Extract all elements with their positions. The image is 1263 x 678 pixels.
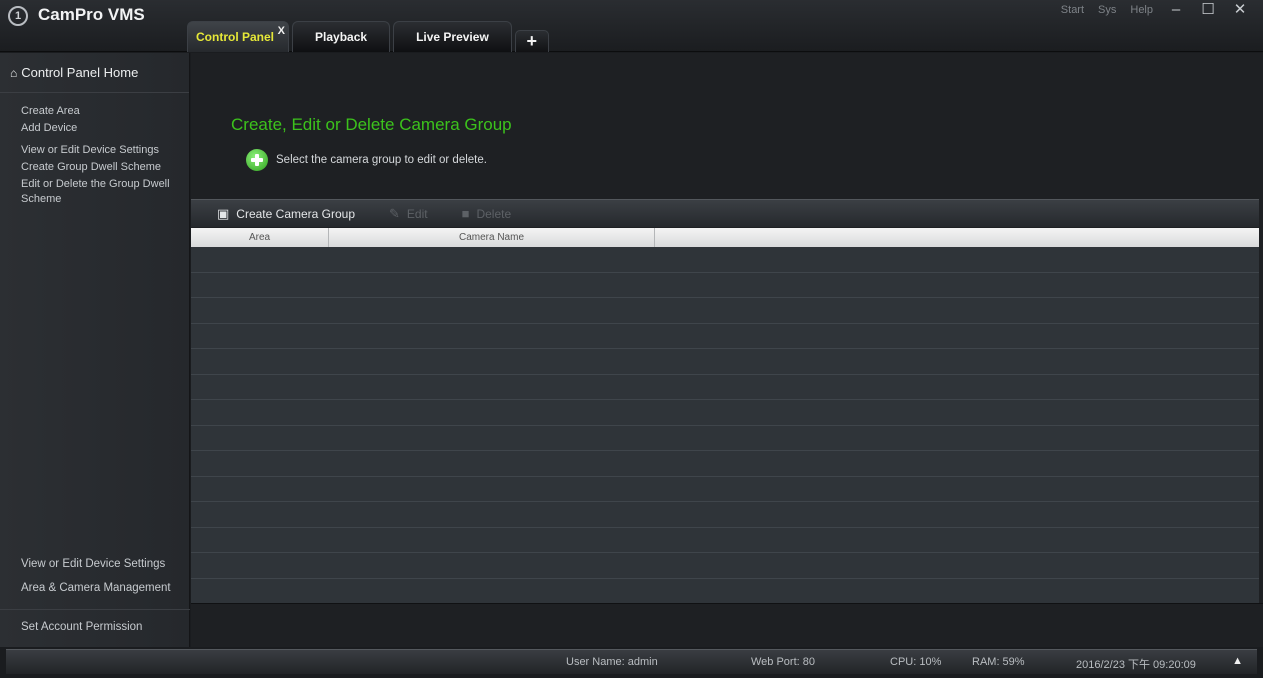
sidebar-nav: Create Area Add Device View or Edit Devi…	[0, 93, 189, 207]
camera-group-table[interactable]	[191, 247, 1259, 603]
status-user: User Name: admin	[566, 656, 658, 668]
title-bar: 1 CamPro VMS Control Panel X Playback Li…	[0, 0, 1263, 52]
trash-icon: ■	[461, 206, 470, 221]
sidebar-item-create-area[interactable]: Create Area	[21, 104, 186, 119]
table-row	[191, 426, 1259, 451]
app-title: CamPro VMS	[38, 5, 145, 24]
table-row	[191, 400, 1259, 426]
content-divider	[191, 603, 1263, 604]
table-row	[191, 324, 1259, 349]
close-button[interactable]: ✕	[1231, 2, 1249, 18]
sidebar-item-view-device-settings[interactable]: View or Edit Device Settings	[21, 557, 186, 572]
page-title: Create, Edit or Delete Camera Group	[231, 115, 512, 134]
table-row	[191, 553, 1259, 579]
sidebar-bottom-nav: View or Edit Device Settings Area & Came…	[21, 557, 186, 605]
sidebar-item-area-camera-management[interactable]: Area & Camera Management	[21, 581, 186, 596]
status-datetime: 2016/2/23 下午 09:20:09	[1076, 659, 1196, 671]
camera-group-icon: ▣	[217, 205, 230, 221]
start-link[interactable]: Start	[1061, 4, 1084, 16]
status-ram: RAM: 59%	[972, 656, 1025, 668]
add-tip-icon	[246, 149, 268, 171]
window-controls: Start Sys Help – ☐ ✕	[1061, 0, 1249, 20]
tab-control-panel[interactable]: Control Panel X	[187, 21, 290, 52]
group-toolbar: ▣ Create Camera Group ✎ Edit ■ Delete	[191, 199, 1259, 227]
table-row	[191, 349, 1259, 375]
add-tab-button[interactable]: +	[514, 30, 549, 52]
table-row	[191, 477, 1259, 502]
sidebar-item-add-device[interactable]: Add Device	[21, 121, 186, 136]
table-row	[191, 451, 1259, 477]
tip-text: Select the camera group to edit or delet…	[276, 154, 487, 166]
sidebar-item-create-dwell[interactable]: Create Group Dwell Scheme	[21, 160, 186, 175]
tab-label: Live Preview	[416, 30, 489, 44]
main-panel: Create, Edit or Delete Camera Group Sele…	[191, 53, 1263, 647]
sidebar-item-edit-dwell[interactable]: Edit or Delete the Group Dwell Scheme	[21, 177, 186, 207]
app-logo-icon: 1	[8, 6, 28, 26]
create-camera-group-button[interactable]: ▣ Create Camera Group	[217, 206, 355, 222]
tab-label: Playback	[315, 30, 368, 44]
maximize-button[interactable]: ☐	[1199, 2, 1217, 18]
tab-label: Control Panel	[196, 30, 275, 44]
table-row	[191, 298, 1259, 324]
table-row	[191, 502, 1259, 528]
pencil-icon: ✎	[389, 205, 400, 221]
sidebar-home-label: Control Panel Home	[21, 65, 139, 80]
table-header: Area Camera Name	[191, 228, 1259, 247]
delete-button[interactable]: ■ Delete	[462, 206, 512, 221]
sidebar: ⌂ Control Panel Home Create Area Add Dev…	[0, 53, 190, 647]
table-row	[191, 273, 1259, 298]
tab-live-preview[interactable]: Live Preview	[393, 21, 512, 52]
sidebar-item-device-settings[interactable]: View or Edit Device Settings	[21, 143, 186, 158]
tab-playback[interactable]: Playback	[292, 21, 391, 52]
minimize-button[interactable]: –	[1167, 2, 1185, 18]
table-row	[191, 528, 1259, 553]
sys-link[interactable]: Sys	[1098, 4, 1116, 16]
expand-arrow-icon[interactable]: ▲	[1232, 655, 1243, 667]
status-cpu: CPU: 10%	[890, 656, 942, 668]
tab-close-icon[interactable]: X	[278, 25, 285, 37]
edit-label: Edit	[406, 206, 428, 221]
sidebar-divider	[0, 609, 190, 610]
sidebar-item-account-permission[interactable]: Set Account Permission	[21, 621, 142, 633]
table-row	[191, 375, 1259, 400]
status-web-port: Web Port: 80	[751, 656, 815, 668]
column-header-camera-name[interactable]: Camera Name	[329, 228, 655, 247]
delete-label: Delete	[476, 206, 512, 221]
create-camera-group-label: Create Camera Group	[236, 206, 356, 221]
home-icon: ⌂	[10, 65, 18, 80]
tip-row: Select the camera group to edit or delet…	[246, 149, 487, 171]
tab-bar: Control Panel X Playback Live Preview +	[187, 21, 549, 52]
status-bar: User Name: admin Web Port: 80 CPU: 10% R…	[6, 649, 1257, 674]
edit-button[interactable]: ✎ Edit	[389, 206, 428, 222]
sidebar-home-link[interactable]: ⌂ Control Panel Home	[0, 53, 189, 93]
column-header-area[interactable]: Area	[191, 228, 329, 247]
table-row	[191, 247, 1259, 273]
help-link[interactable]: Help	[1130, 4, 1153, 16]
